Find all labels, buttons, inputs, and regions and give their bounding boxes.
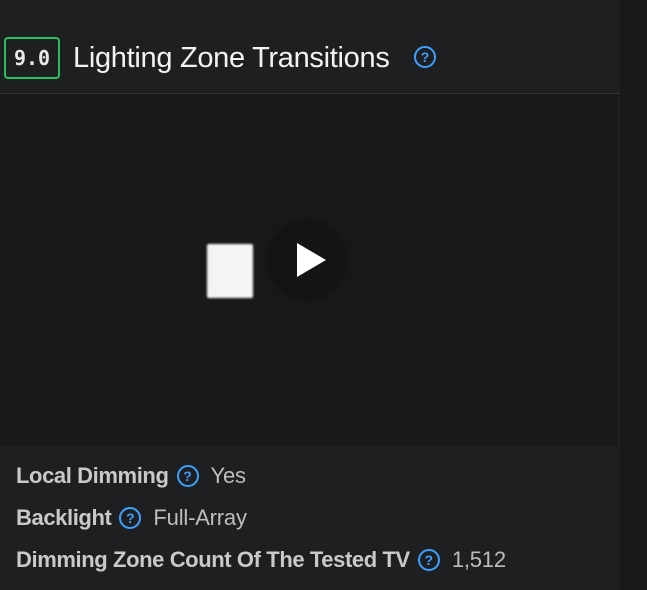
- help-icon[interactable]: ?: [417, 549, 440, 571]
- spec-value: Yes: [210, 463, 246, 488]
- section-header: 9.0 Lighting Zone Transitions ?: [0, 36, 620, 80]
- spec-value: Full-Array: [153, 505, 247, 530]
- spec-label: Dimming Zone Count Of The Tested TV: [16, 547, 410, 572]
- help-icon[interactable]: ?: [414, 46, 436, 68]
- spec-row-backlight: Backlight ? Full-Array: [16, 497, 616, 539]
- spec-row-local-dimming: Local Dimming ? Yes: [16, 455, 616, 497]
- play-icon: [297, 243, 326, 277]
- video-frame-light-square: [207, 244, 253, 298]
- test-section-card: 9.0 Lighting Zone Transitions ? Local Di…: [0, 0, 620, 590]
- section-title: Lighting Zone Transitions: [73, 42, 390, 74]
- help-icon[interactable]: ?: [119, 507, 142, 529]
- spec-list: Local Dimming ? Yes Backlight ? Full-Arr…: [16, 455, 616, 581]
- play-button[interactable]: [272, 225, 342, 295]
- test-video-player[interactable]: [0, 94, 618, 446]
- spec-value: 1,512: [451, 547, 506, 572]
- spec-label: Backlight: [16, 505, 112, 530]
- spec-row-dimming-zone-count: Dimming Zone Count Of The Tested TV ? 1,…: [16, 539, 616, 581]
- score-badge: 9.0: [4, 37, 60, 79]
- help-icon[interactable]: ?: [176, 465, 199, 487]
- spec-label: Local Dimming: [16, 463, 169, 488]
- page-gutter: [620, 0, 647, 590]
